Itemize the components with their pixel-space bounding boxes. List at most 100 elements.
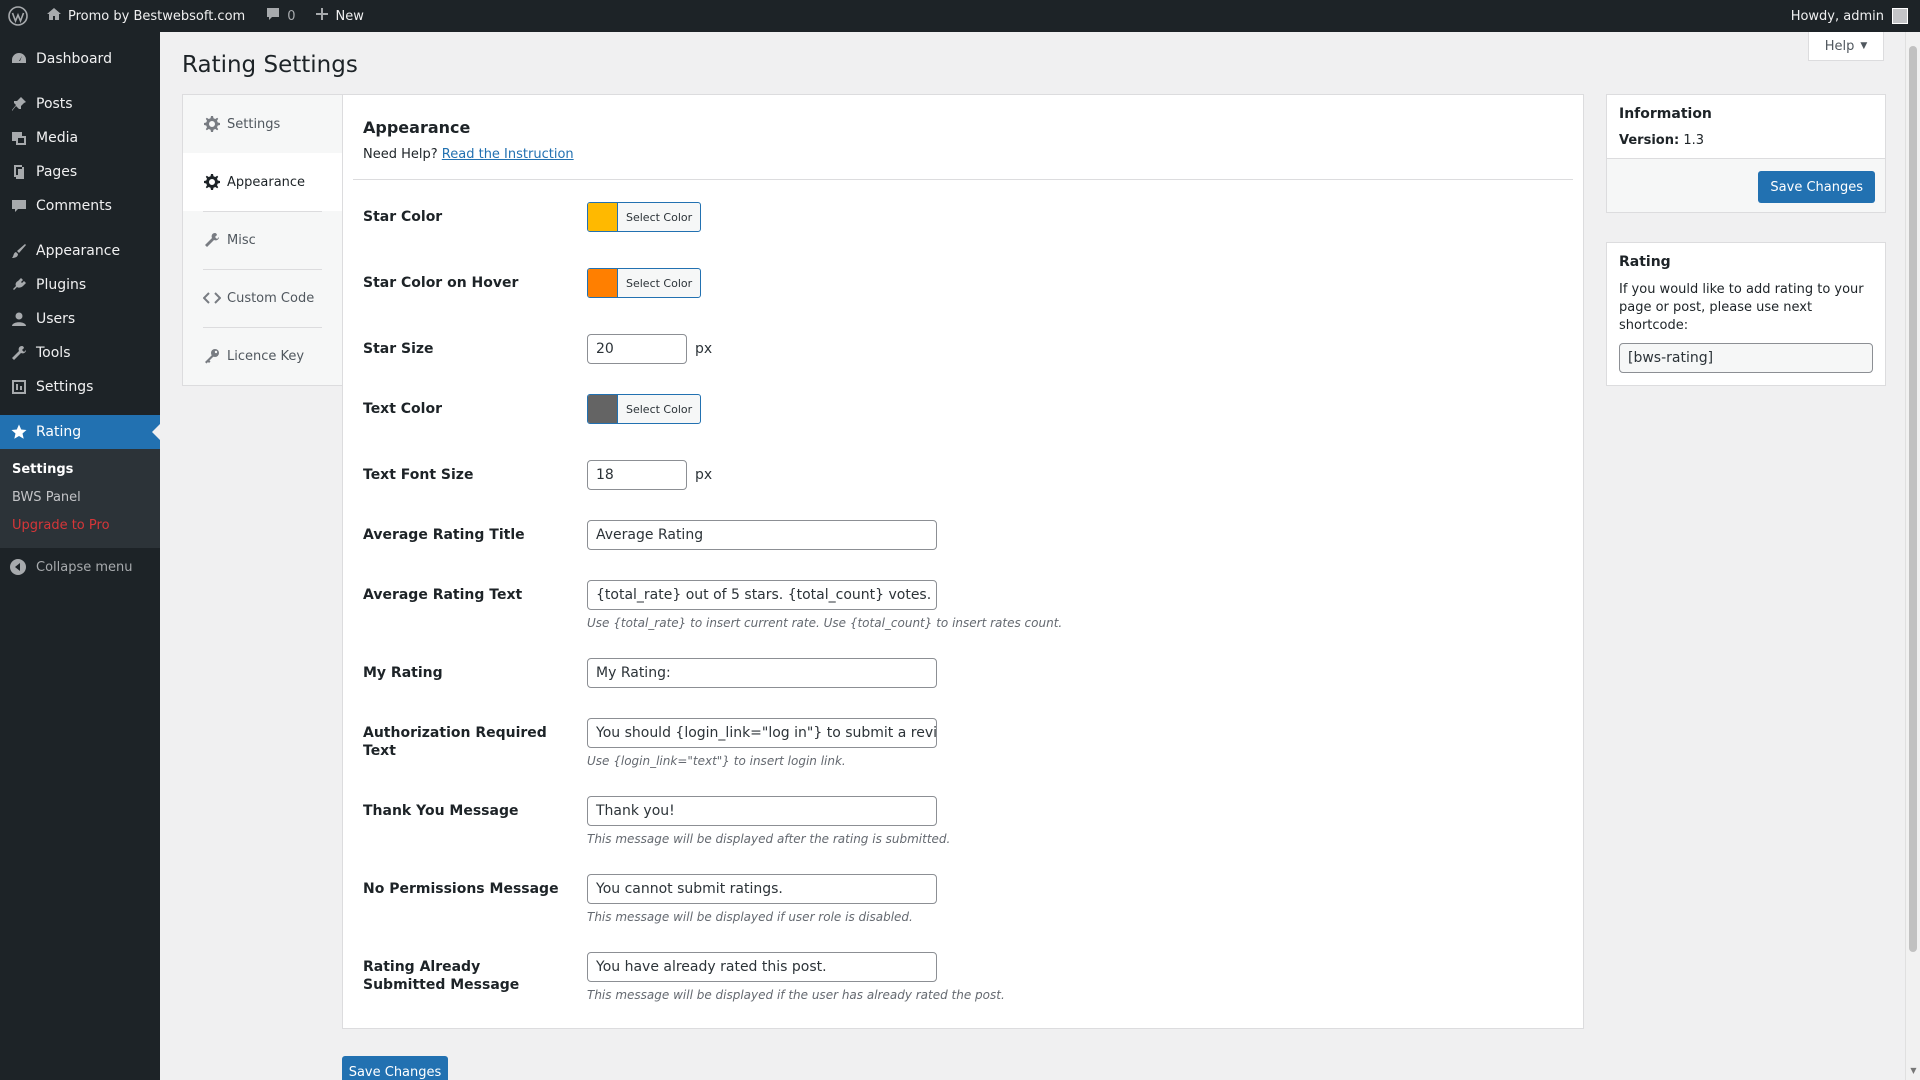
no-permissions-description: This message will be displayed if user r… bbox=[587, 910, 913, 924]
tab-label: Custom Code bbox=[227, 290, 315, 306]
howdy-text: Howdy, admin bbox=[1790, 8, 1884, 24]
star-color-picker[interactable]: Select Color bbox=[587, 202, 702, 232]
plus-icon bbox=[315, 7, 329, 25]
font-size-input[interactable]: 18 bbox=[587, 460, 687, 490]
submenu-item-upgrade-pro[interactable]: Upgrade to Pro bbox=[0, 512, 160, 540]
text-color-picker[interactable]: Select Color bbox=[587, 394, 702, 424]
sidebar-item-dashboard[interactable]: Dashboard bbox=[0, 42, 160, 76]
sidebar-item-label: Users bbox=[36, 311, 76, 327]
auth-text-description: Use {login_link="text"} to insert login … bbox=[587, 754, 846, 768]
sidebar-item-label: Media bbox=[36, 130, 79, 146]
scrollbar-thumb[interactable] bbox=[1909, 46, 1917, 952]
star-color-swatch bbox=[588, 203, 618, 231]
sidebar-item-label: Settings bbox=[36, 379, 94, 395]
avg-text-label: Average Rating Text bbox=[363, 587, 523, 603]
star-size-label: Star Size bbox=[363, 341, 434, 357]
auth-text-input[interactable]: You should {login_link="log in"} to subm… bbox=[587, 718, 937, 748]
need-help-text: Need Help? Read the Instruction bbox=[363, 147, 574, 162]
admin-bar: Promo by Bestwebsoft.com 0 New Howdy, ad… bbox=[0, 0, 1920, 32]
home-icon bbox=[46, 6, 62, 26]
section-heading: Appearance bbox=[363, 118, 471, 137]
tab-label: Misc bbox=[227, 232, 256, 248]
avatar bbox=[1892, 8, 1908, 24]
text-color-swatch bbox=[588, 395, 618, 423]
already-submitted-input[interactable]: You have already rated this post. bbox=[587, 952, 937, 982]
sidebar-item-media[interactable]: Media bbox=[0, 121, 160, 155]
tab-misc[interactable]: Misc bbox=[183, 211, 342, 269]
rating-submenu: Settings BWS Panel Upgrade to Pro bbox=[0, 449, 160, 548]
admin-sidebar: Dashboard Posts Media Pages Comments App… bbox=[0, 32, 160, 1080]
comment-icon bbox=[265, 6, 281, 26]
site-name-link[interactable]: Promo by Bestwebsoft.com bbox=[36, 0, 255, 32]
sidebar-item-pages[interactable]: Pages bbox=[0, 155, 160, 189]
thank-you-description: This message will be displayed after the… bbox=[587, 832, 951, 846]
new-content-link[interactable]: New bbox=[305, 0, 373, 32]
gear-icon bbox=[203, 115, 221, 133]
avg-text-input[interactable]: {total_rate} out of 5 stars. {total_coun… bbox=[587, 580, 937, 610]
star-size-unit: px bbox=[695, 341, 713, 357]
submenu-item-settings[interactable]: Settings bbox=[0, 456, 160, 484]
sidebar-item-rating[interactable]: Rating bbox=[0, 415, 160, 449]
avg-text-description: Use {total_rate} to insert current rate.… bbox=[587, 616, 1063, 630]
page-title: Rating Settings bbox=[182, 52, 358, 78]
my-account-link[interactable]: Howdy, admin bbox=[1781, 0, 1920, 32]
comments-link[interactable]: 0 bbox=[255, 0, 305, 32]
sidebar-item-label: Pages bbox=[36, 164, 78, 180]
collapse-menu-button[interactable]: Collapse menu bbox=[0, 550, 160, 584]
key-icon bbox=[203, 347, 221, 365]
comment-icon bbox=[10, 197, 28, 215]
media-icon bbox=[10, 129, 28, 147]
save-changes-button[interactable]: Save Changes bbox=[342, 1056, 448, 1080]
collapse-menu-label: Collapse menu bbox=[36, 559, 133, 575]
star-color-label: Star Color bbox=[363, 209, 443, 225]
sidebar-item-posts[interactable]: Posts bbox=[0, 87, 160, 121]
sidebar-save-changes-button[interactable]: Save Changes bbox=[1758, 171, 1875, 203]
sidebar-item-appearance[interactable]: Appearance bbox=[0, 234, 160, 268]
sidebar-item-users[interactable]: Users bbox=[0, 302, 160, 336]
shortcode-field[interactable]: [bws-rating] bbox=[1619, 343, 1873, 373]
settings-tabs: Settings Appearance Misc Custom Code Lic… bbox=[182, 94, 343, 386]
tab-custom-code[interactable]: Custom Code bbox=[183, 269, 342, 327]
wrench-icon bbox=[203, 231, 221, 249]
wrench-icon bbox=[10, 344, 28, 362]
information-box: Information Version: 1.3 Save Changes bbox=[1606, 94, 1886, 213]
select-color-label: Select Color bbox=[626, 210, 693, 224]
sidebar-item-tools[interactable]: Tools bbox=[0, 336, 160, 370]
star-icon bbox=[10, 423, 28, 441]
vertical-scrollbar[interactable]: ▼ bbox=[1905, 32, 1920, 1080]
thank-you-input[interactable]: Thank you! bbox=[587, 796, 937, 826]
tab-licence-key[interactable]: Licence Key bbox=[183, 327, 342, 385]
thank-you-label: Thank You Message bbox=[363, 803, 519, 819]
tab-label: Appearance bbox=[227, 174, 306, 190]
avg-title-input[interactable]: Average Rating bbox=[587, 520, 937, 550]
brush-icon bbox=[10, 242, 28, 260]
avg-title-label: Average Rating Title bbox=[363, 527, 525, 543]
plug-icon bbox=[10, 276, 28, 294]
sidebar-item-label: Dashboard bbox=[36, 51, 112, 67]
tab-appearance[interactable]: Appearance bbox=[183, 153, 343, 211]
instruction-link[interactable]: Read the Instruction bbox=[442, 147, 574, 162]
no-permissions-label: No Permissions Message bbox=[363, 881, 559, 897]
star-size-input[interactable]: 20 bbox=[587, 334, 687, 364]
wordpress-logo-icon[interactable] bbox=[0, 0, 36, 32]
site-name: Promo by Bestwebsoft.com bbox=[68, 8, 246, 24]
scroll-down-icon[interactable]: ▼ bbox=[1909, 1066, 1918, 1075]
rating-shortcode-box: Rating If you would like to add rating t… bbox=[1606, 242, 1886, 386]
main-content: Help ▼ Rating Settings Settings Appearanc… bbox=[160, 32, 1920, 1080]
star-hover-color-swatch bbox=[588, 269, 618, 297]
submenu-item-bws-panel[interactable]: BWS Panel bbox=[0, 484, 160, 512]
sidebar-item-settings[interactable]: Settings bbox=[0, 370, 160, 404]
settings-icon bbox=[10, 378, 28, 396]
sidebar-item-comments[interactable]: Comments bbox=[0, 189, 160, 223]
sidebar-item-label: Plugins bbox=[36, 277, 87, 293]
sidebar-item-label: Comments bbox=[36, 198, 112, 214]
my-rating-input[interactable]: My Rating: bbox=[587, 658, 937, 688]
pages-icon bbox=[10, 163, 28, 181]
tab-settings[interactable]: Settings bbox=[183, 95, 342, 153]
star-hover-color-picker[interactable]: Select Color bbox=[587, 268, 702, 298]
appearance-panel: Appearance Need Help? Read the Instructi… bbox=[342, 94, 1584, 1029]
sidebar-item-plugins[interactable]: Plugins bbox=[0, 268, 160, 302]
information-title: Information bbox=[1619, 106, 1712, 122]
help-button[interactable]: Help ▼ bbox=[1808, 32, 1884, 61]
no-permissions-input[interactable]: You cannot submit ratings. bbox=[587, 874, 937, 904]
